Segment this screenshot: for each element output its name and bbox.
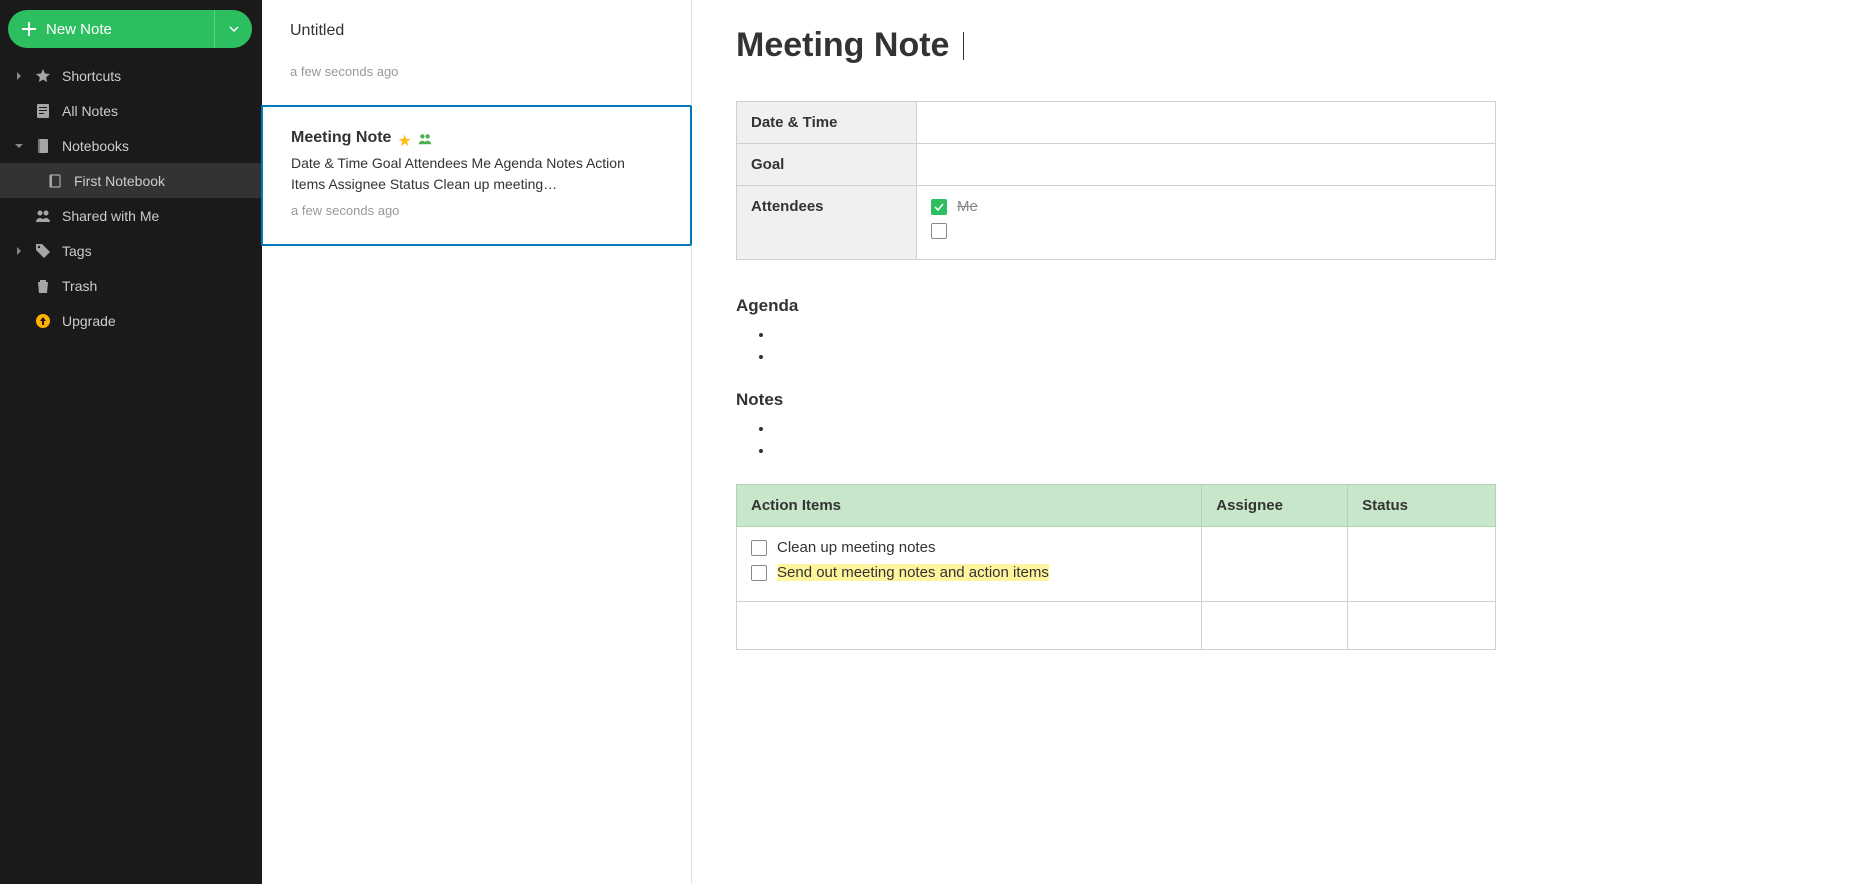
agenda-list[interactable] [736, 326, 1809, 370]
meta-label: Attendees [737, 186, 917, 260]
action-items-cell[interactable]: Clean up meeting notes Send out meeting … [737, 527, 1202, 602]
sidebar: New Note Shortcuts All Notes Notebooks F… [0, 0, 262, 884]
note-card[interactable]: Meeting Note ★ Date & Time Goal Attendee… [261, 105, 692, 246]
assignee-cell[interactable] [1202, 527, 1348, 602]
sidebar-label: All Notes [62, 103, 118, 119]
people-icon [35, 208, 51, 224]
list-item[interactable] [774, 348, 1809, 370]
plus-icon [22, 22, 36, 36]
star-icon: ★ [397, 131, 411, 151]
action-item-label: Send out meeting notes and action items [777, 564, 1049, 581]
note-title-text: Meeting Note [736, 26, 949, 65]
notebook-icon [47, 173, 63, 189]
agenda-heading: Agenda [736, 296, 1809, 316]
meta-value[interactable] [917, 144, 1496, 186]
checkbox-icon[interactable] [751, 540, 767, 556]
table-row: Goal [737, 144, 1496, 186]
status-header: Status [1348, 485, 1496, 527]
action-header: Action Items [737, 485, 1202, 527]
list-item[interactable] [774, 420, 1809, 442]
table-header-row: Action Items Assignee Status [737, 485, 1496, 527]
text-cursor [963, 32, 964, 60]
sidebar-item-upgrade[interactable]: Upgrade [0, 303, 262, 338]
meta-label: Date & Time [737, 102, 917, 144]
sidebar-item-tags[interactable]: Tags [0, 233, 262, 268]
list-item[interactable] [774, 326, 1809, 348]
action-item[interactable]: Send out meeting notes and action items [751, 564, 1187, 581]
sidebar-label: Upgrade [62, 313, 116, 329]
sidebar-item-all-notes[interactable]: All Notes [0, 93, 262, 128]
attendee-row[interactable] [931, 223, 1481, 239]
action-item-label: Clean up meeting notes [777, 539, 935, 556]
note-card-title: Untitled [290, 22, 663, 40]
sidebar-label: Tags [62, 243, 92, 259]
list-item[interactable] [774, 442, 1809, 464]
table-row: Clean up meeting notes Send out meeting … [737, 527, 1496, 602]
attendee-name: Me [957, 198, 978, 215]
shared-icon [418, 132, 432, 151]
table-row: Date & Time [737, 102, 1496, 144]
note-card-preview: Date & Time Goal Attendees Me Agenda Not… [291, 153, 662, 195]
status-cell[interactable] [1348, 527, 1496, 602]
new-note-container: New Note [0, 10, 262, 58]
note-card[interactable]: Untitled a few seconds ago [262, 0, 691, 106]
sidebar-label: Shortcuts [62, 68, 121, 84]
meta-label: Goal [737, 144, 917, 186]
note-editor[interactable]: Meeting Note Date & Time Goal Attendees … [692, 0, 1853, 884]
caret-right-icon [15, 247, 23, 255]
table-row: Attendees Me [737, 186, 1496, 260]
tag-icon [35, 243, 51, 259]
sidebar-item-shared[interactable]: Shared with Me [0, 198, 262, 233]
checkbox-icon[interactable] [931, 199, 947, 215]
table-row [737, 602, 1496, 650]
assignee-header: Assignee [1202, 485, 1348, 527]
notes-list[interactable] [736, 420, 1809, 464]
notes-heading: Notes [736, 390, 1809, 410]
checkbox-icon[interactable] [931, 223, 947, 239]
meta-table: Date & Time Goal Attendees Me [736, 101, 1496, 260]
sidebar-label: Shared with Me [62, 208, 159, 224]
trash-icon [35, 278, 51, 294]
note-card-title: Meeting Note [291, 129, 391, 147]
new-note-button[interactable]: New Note [8, 21, 214, 38]
caret-down-icon [15, 142, 23, 150]
action-table: Action Items Assignee Status Clean up me… [736, 484, 1496, 650]
caret-right-icon [15, 72, 23, 80]
new-note-dropdown[interactable] [214, 10, 252, 48]
checkbox-icon[interactable] [751, 565, 767, 581]
note-title[interactable]: Meeting Note [736, 26, 1809, 65]
sidebar-item-first-notebook[interactable]: First Notebook [0, 163, 262, 198]
sidebar-label: Notebooks [62, 138, 129, 154]
sidebar-label: First Notebook [74, 173, 165, 189]
notebook-icon [35, 138, 51, 154]
new-note-button-group: New Note [8, 10, 252, 48]
assignee-cell[interactable] [1202, 602, 1348, 650]
upgrade-icon [35, 313, 51, 329]
note-list: Untitled a few seconds ago Meeting Note … [262, 0, 692, 884]
sidebar-item-trash[interactable]: Trash [0, 268, 262, 303]
star-icon [35, 68, 51, 84]
chevron-down-icon [228, 23, 240, 35]
sidebar-item-notebooks[interactable]: Notebooks [0, 128, 262, 163]
sidebar-label: Trash [62, 278, 97, 294]
sidebar-item-shortcuts[interactable]: Shortcuts [0, 58, 262, 93]
action-item[interactable]: Clean up meeting notes [751, 539, 1187, 556]
attendee-row[interactable]: Me [931, 198, 1481, 215]
new-note-label: New Note [46, 21, 112, 38]
meta-value[interactable] [917, 102, 1496, 144]
note-card-time: a few seconds ago [290, 64, 663, 79]
status-cell[interactable] [1348, 602, 1496, 650]
note-icon [35, 103, 51, 119]
action-items-cell[interactable] [737, 602, 1202, 650]
attendees-cell[interactable]: Me [917, 186, 1496, 260]
note-card-time: a few seconds ago [291, 203, 662, 218]
